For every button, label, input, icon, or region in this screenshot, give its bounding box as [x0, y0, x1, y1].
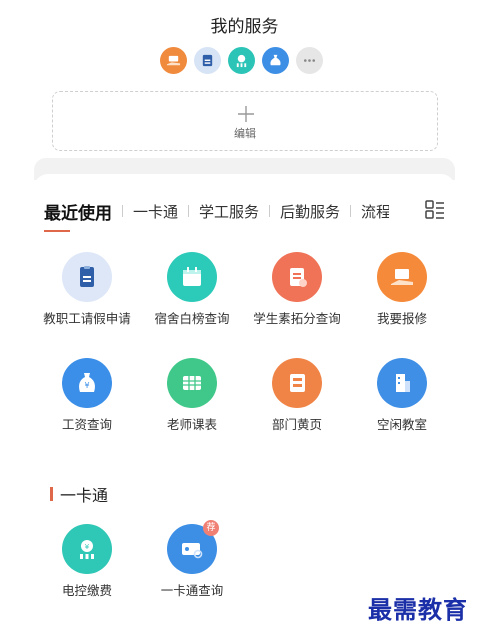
favorite-more[interactable]	[296, 47, 323, 74]
tab-campus-card[interactable]: 一卡通	[133, 201, 178, 222]
edit-label: 编辑	[234, 127, 256, 140]
app-label: 我要报修	[376, 311, 427, 326]
app-teacher-schedule[interactable]: 老师课表	[143, 358, 241, 433]
favorite-hand-coin[interactable]	[160, 47, 187, 74]
edit-button[interactable]: 编辑	[52, 91, 438, 151]
favorite-money-bag[interactable]	[262, 47, 289, 74]
category-tabs: 最近使用 一卡通 学工服务 后勤服务 流程	[44, 199, 389, 224]
app-icon-bg	[377, 252, 427, 302]
id-card-icon	[202, 54, 213, 67]
app-label: 老师课表	[166, 417, 217, 432]
card-search-icon	[182, 543, 203, 559]
tab-separator	[350, 205, 352, 217]
recommend-badge: 荐	[203, 520, 219, 536]
app-salary[interactable]: ¥ 工资查询	[38, 358, 136, 433]
id-card-icon	[80, 266, 94, 287]
app-icon-bg	[167, 252, 217, 302]
app-icon-bg	[62, 252, 112, 302]
app-label: 宿舍白榜查询	[154, 311, 230, 326]
hand-coin-icon	[166, 55, 181, 66]
grid-menu-icon[interactable]	[424, 199, 446, 221]
app-card-query[interactable]: 荐 一卡通查询	[143, 520, 241, 599]
favorite-id-card[interactable]	[194, 47, 221, 74]
tab-separator	[188, 205, 190, 217]
hand-laptop-icon	[391, 269, 413, 285]
app-repair[interactable]: 我要报修	[353, 252, 451, 327]
app-icon-bg	[272, 358, 322, 408]
favorites-row	[160, 47, 323, 74]
app-icon-bg: ¥	[62, 524, 112, 574]
tab-separator	[122, 205, 123, 217]
app-label: 教职工请假申请	[43, 311, 131, 326]
coin-chart-icon	[236, 54, 247, 68]
tab-logistics[interactable]: 后勤服务	[280, 201, 340, 222]
app-dorm-whitelist[interactable]: 宿舍白榜查询	[143, 252, 241, 327]
app-electricity-payment[interactable]: ¥ 电控缴费	[38, 524, 136, 599]
plus-icon	[238, 106, 254, 122]
app-label: 工资查询	[61, 417, 112, 432]
app-dept-directory[interactable]: 部门黄页	[248, 358, 346, 433]
app-icon-bg	[167, 358, 217, 408]
active-tab-indicator	[44, 230, 70, 232]
book-icon	[290, 374, 305, 392]
table-icon	[183, 376, 201, 390]
coin-chart-icon: ¥	[80, 540, 94, 559]
page-title: 我的服务	[210, 17, 279, 37]
tab-student-affairs[interactable]: 学工服务	[199, 201, 259, 222]
app-staff-leave[interactable]: 教职工请假申请	[38, 252, 136, 327]
svg-text:¥: ¥	[84, 381, 89, 390]
building-icon	[396, 374, 410, 392]
app-student-points[interactable]: 学生素拓分查询	[248, 252, 346, 327]
app-label: 一卡通查询	[160, 583, 224, 598]
calendar-icon	[183, 267, 201, 286]
section-title-text: 一卡通	[60, 486, 109, 505]
tab-separator	[269, 205, 271, 217]
app-free-classroom[interactable]: 空闲教室	[353, 358, 451, 433]
app-icon-bg	[377, 358, 427, 408]
svg-text:¥: ¥	[85, 543, 90, 551]
money-bag-icon: ¥	[79, 373, 95, 392]
section-marker	[50, 487, 53, 501]
my-services-panel: 我的服务 编辑	[0, 0, 489, 160]
app-icon-bg	[272, 252, 322, 302]
app-label: 部门黄页	[271, 417, 322, 432]
tab-workflow[interactable]: 流程	[361, 201, 389, 222]
notebook-icon	[290, 268, 307, 287]
section-title-campus-card: 一卡通	[50, 484, 109, 505]
app-label: 空闲教室	[376, 417, 427, 432]
app-label: 学生素拓分查询	[253, 311, 341, 326]
more-icon	[303, 59, 316, 62]
app-label: 电控缴费	[61, 583, 112, 598]
app-icon-bg: ¥	[62, 358, 112, 408]
tab-recent[interactable]: 最近使用	[44, 199, 112, 224]
money-bag-icon	[270, 54, 281, 66]
favorite-coin-chart[interactable]	[228, 47, 255, 74]
watermark: 最需教育	[368, 595, 468, 624]
